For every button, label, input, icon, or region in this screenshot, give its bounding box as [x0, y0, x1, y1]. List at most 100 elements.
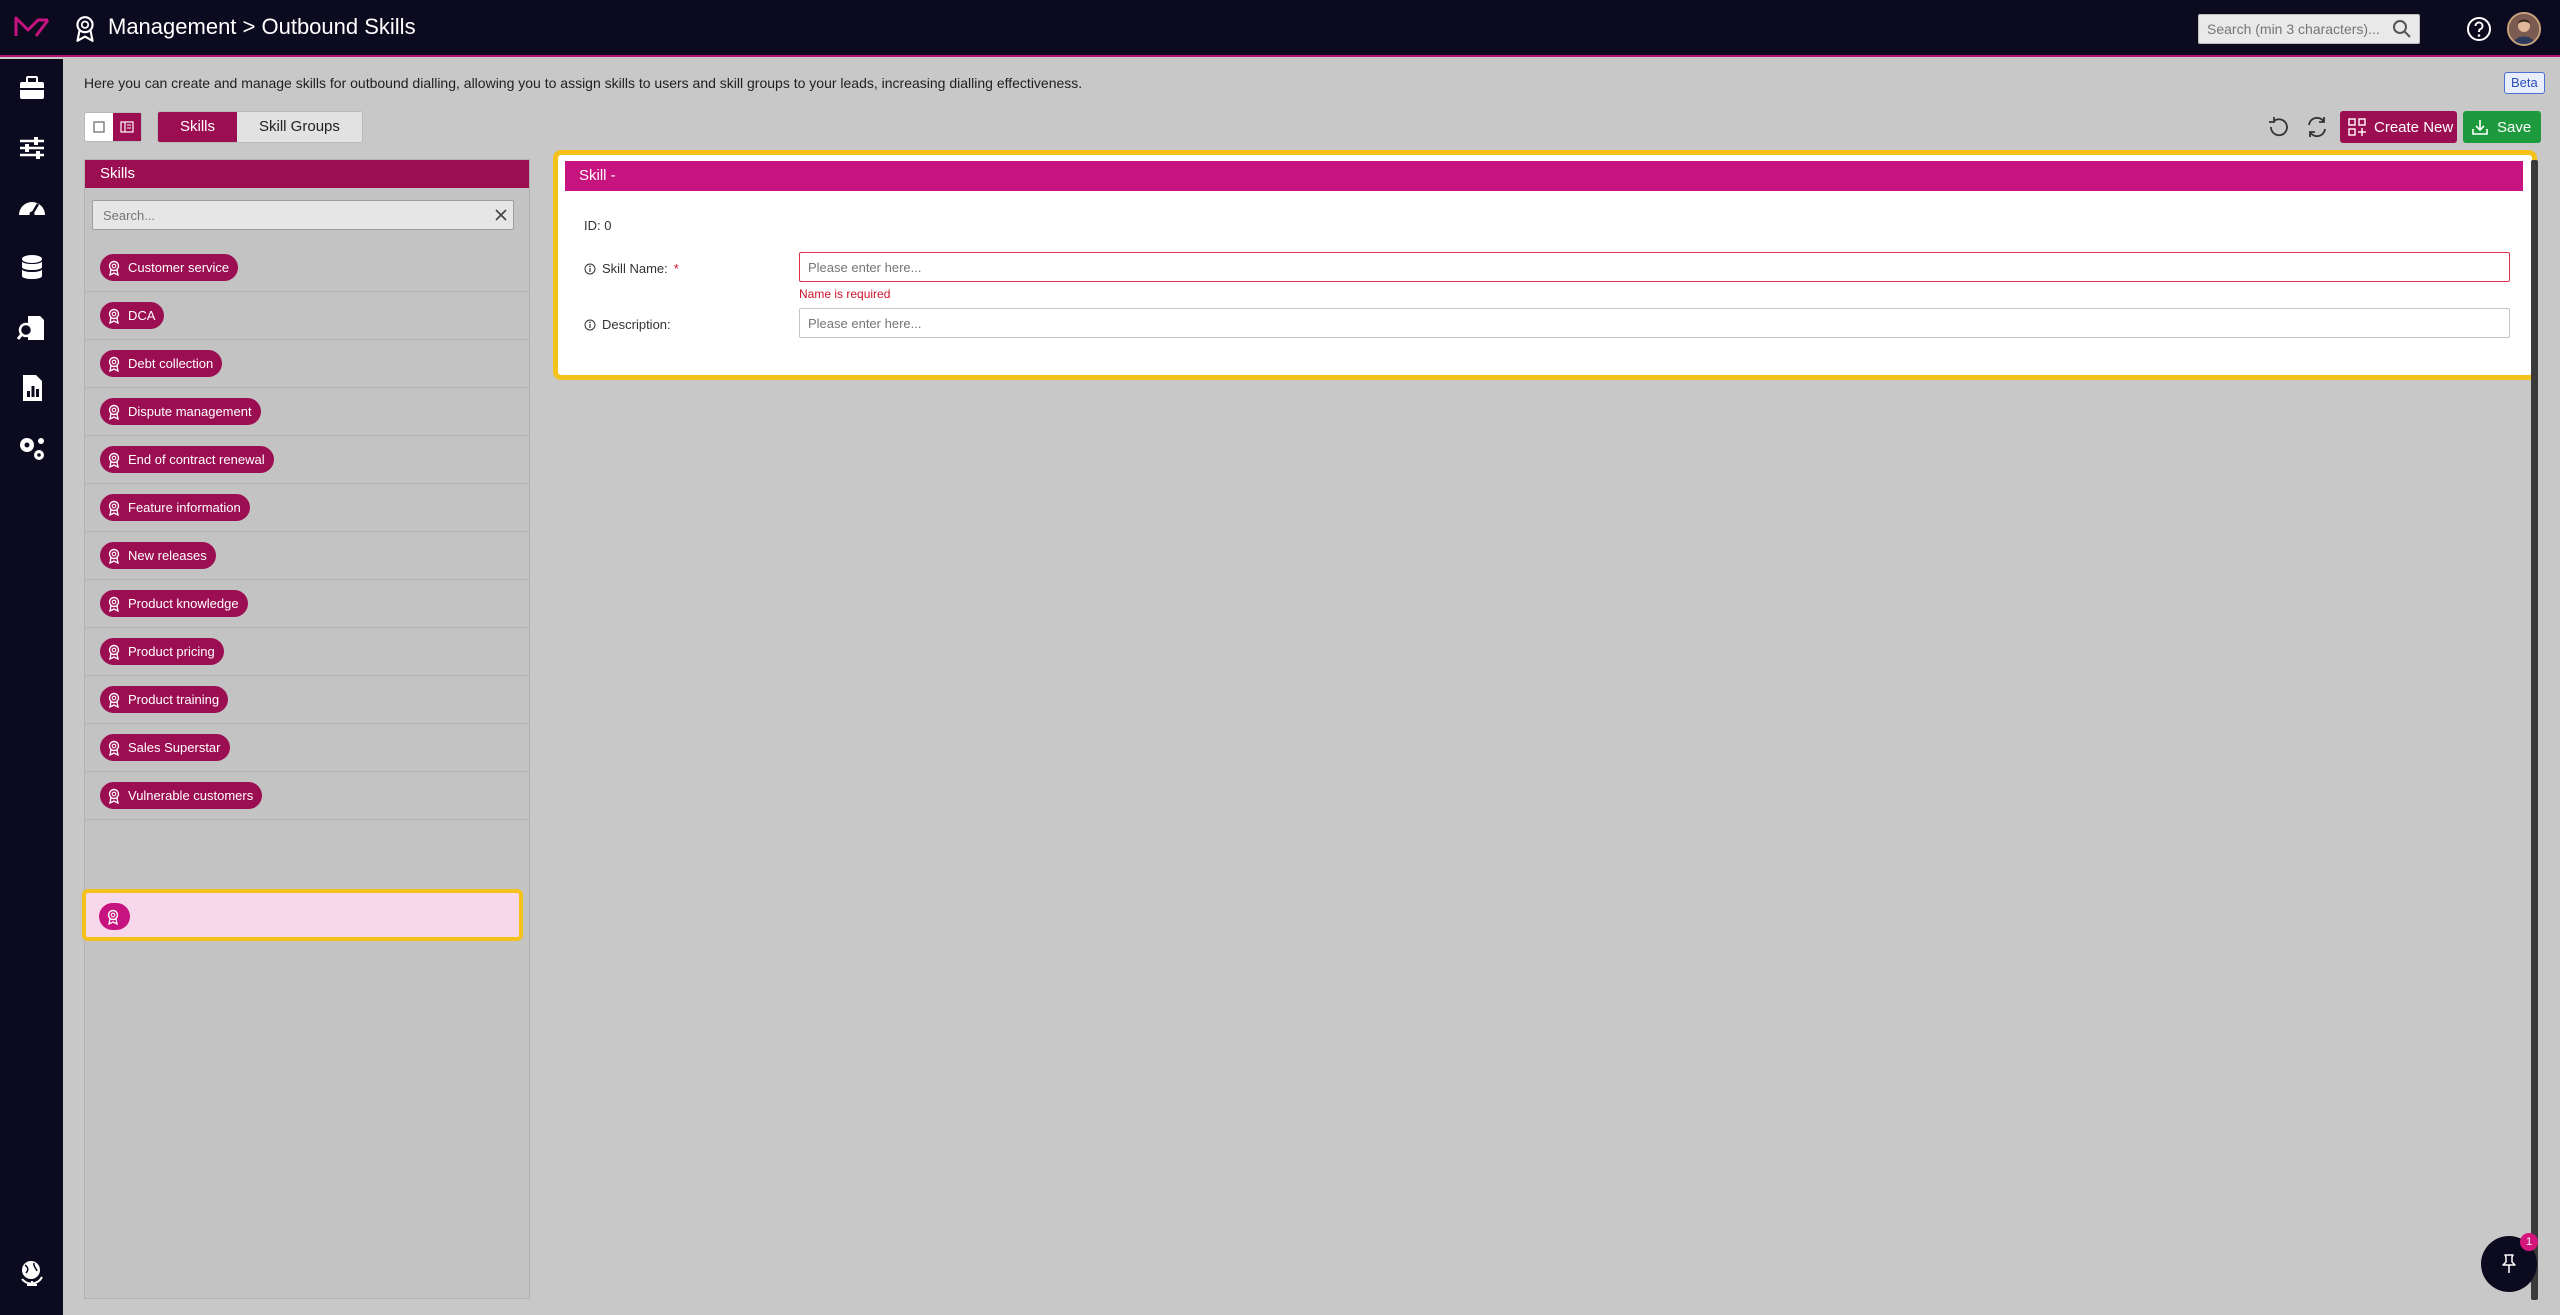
skill-list-item[interactable]: Dispute management [85, 388, 529, 436]
skill-chip-label: Product knowledge [128, 596, 239, 611]
skill-chip[interactable]: Product training [100, 686, 229, 713]
skills-search-input[interactable] [92, 200, 514, 230]
skill-list-item[interactable]: Product training [85, 676, 529, 724]
skill-list-item[interactable]: Product pricing [85, 628, 529, 676]
skill-award-icon [108, 596, 120, 612]
skill-award-icon [108, 308, 120, 324]
help-icon[interactable] [2465, 15, 2493, 43]
create-new-label: Create New [2374, 118, 2454, 136]
vertical-scrollbar[interactable] [2531, 160, 2538, 1300]
skill-chip-label: Customer service [128, 260, 230, 275]
pin-icon [2502, 1254, 2516, 1273]
skill-chip-label: Vulnerable customers [128, 788, 254, 803]
undo-icon[interactable] [2265, 114, 2291, 140]
skill-chip[interactable]: New releases [100, 542, 216, 569]
search-icon[interactable] [2392, 19, 2412, 39]
skill-award-icon [108, 404, 120, 420]
skill-list-item[interactable]: New releases [85, 532, 529, 580]
info-icon[interactable] [584, 319, 596, 331]
refresh-icon[interactable] [2304, 114, 2330, 140]
skill-list-item[interactable]: Vulnerable customers [85, 772, 529, 820]
save-download-icon [2472, 120, 2488, 135]
skill-list: Customer service DCA Debt collection Disput… [85, 244, 529, 820]
tab-skills[interactable]: Skills [158, 112, 238, 142]
skill-chip-label: Product training [128, 692, 220, 707]
skill-list-item[interactable]: Feature information [85, 484, 529, 532]
new-skill-chip[interactable] [99, 903, 130, 930]
skills-panel-title: Skills [85, 160, 529, 188]
dashboard-gauge-icon[interactable] [16, 193, 48, 223]
skill-award-icon [108, 692, 120, 708]
skill-list-item[interactable]: End of contract renewal [85, 436, 529, 484]
skill-award-icon [108, 548, 120, 564]
description-input[interactable] [799, 308, 2510, 338]
skill-award-icon [108, 644, 120, 660]
skill-award-icon [108, 260, 120, 276]
skill-chip-label: End of contract renewal [128, 452, 265, 467]
skill-chip-label: Sales Superstar [128, 740, 221, 755]
globe-icon[interactable] [16, 1257, 48, 1287]
search-file-icon[interactable] [16, 313, 48, 343]
save-button[interactable]: Save [2463, 111, 2541, 143]
skill-name-input[interactable] [799, 252, 2510, 282]
skill-award-icon [108, 788, 120, 804]
skill-award-icon [108, 452, 120, 468]
database-icon[interactable] [16, 253, 48, 283]
beta-badge: Beta [2504, 72, 2545, 94]
skill-chip[interactable]: Feature information [100, 494, 250, 521]
skill-chip[interactable]: Vulnerable customers [100, 782, 263, 809]
skill-list-item[interactable]: DCA [85, 292, 529, 340]
skill-id: ID: 0 [584, 218, 612, 233]
create-new-button[interactable]: Create New [2340, 111, 2457, 143]
tab-skill-groups[interactable]: Skill Groups [237, 112, 362, 142]
skill-list-item[interactable]: Product knowledge [85, 580, 529, 628]
skill-chip[interactable]: Customer service [100, 254, 239, 281]
skill-list-item[interactable]: Customer service [85, 244, 529, 292]
view-layout-toggle [84, 112, 142, 142]
split-pane-icon [120, 121, 134, 133]
save-label: Save [2497, 118, 2532, 136]
sliders-icon[interactable] [16, 133, 48, 163]
skill-list-item[interactable]: Sales Superstar [85, 724, 529, 772]
skill-detail-title: Skill - [565, 161, 2523, 191]
skill-chip-label: Debt collection [128, 356, 214, 371]
skill-chip-label: Dispute management [128, 404, 252, 419]
skill-award-icon [108, 740, 120, 756]
skill-list-item[interactable]: Debt collection [85, 340, 529, 388]
skill-chip[interactable]: Product pricing [100, 638, 224, 665]
skill-detail-card: Skill - ID: 0 Skill Name: * Name is requ… [553, 150, 2537, 380]
new-skill-item[interactable] [82, 889, 523, 941]
brand-logo[interactable] [14, 14, 50, 42]
skill-chip[interactable]: End of contract renewal [100, 446, 274, 473]
user-avatar[interactable] [2507, 12, 2541, 46]
skill-award-icon [108, 356, 120, 372]
skill-chip[interactable]: DCA [100, 302, 165, 329]
description-label: Description: [584, 317, 671, 332]
single-view-toggle[interactable] [85, 113, 113, 141]
split-view-toggle[interactable] [113, 113, 141, 141]
page-title: Management > Outbound Skills [108, 14, 416, 39]
report-chart-icon[interactable] [16, 373, 48, 403]
description-label-text: Description: [602, 317, 671, 332]
skill-award-icon [76, 16, 94, 42]
skill-award-icon [107, 909, 119, 925]
top-bar: Management > Outbound Skills [0, 0, 2560, 57]
skill-chip-label: DCA [128, 308, 156, 323]
section-tabs: Skills Skill Groups [157, 111, 363, 143]
single-pane-icon [93, 121, 105, 133]
notification-count-badge: 1 [2520, 1233, 2538, 1251]
page-description: Here you can create and manage skills fo… [84, 75, 1083, 91]
skill-award-icon [108, 500, 120, 516]
settings-gears-icon[interactable] [16, 433, 48, 463]
left-navigation [0, 59, 63, 1315]
skill-chip[interactable]: Dispute management [100, 398, 261, 425]
clear-search-icon[interactable] [493, 207, 509, 223]
global-search-input[interactable] [2198, 14, 2420, 44]
skill-chip[interactable]: Product knowledge [100, 590, 248, 617]
info-icon[interactable] [584, 263, 596, 275]
briefcase-icon[interactable] [16, 73, 48, 103]
required-marker: * [673, 261, 679, 276]
skill-chip[interactable]: Debt collection [100, 350, 223, 377]
skill-chip[interactable]: Sales Superstar [100, 734, 230, 761]
skill-chip-label: Product pricing [128, 644, 215, 659]
